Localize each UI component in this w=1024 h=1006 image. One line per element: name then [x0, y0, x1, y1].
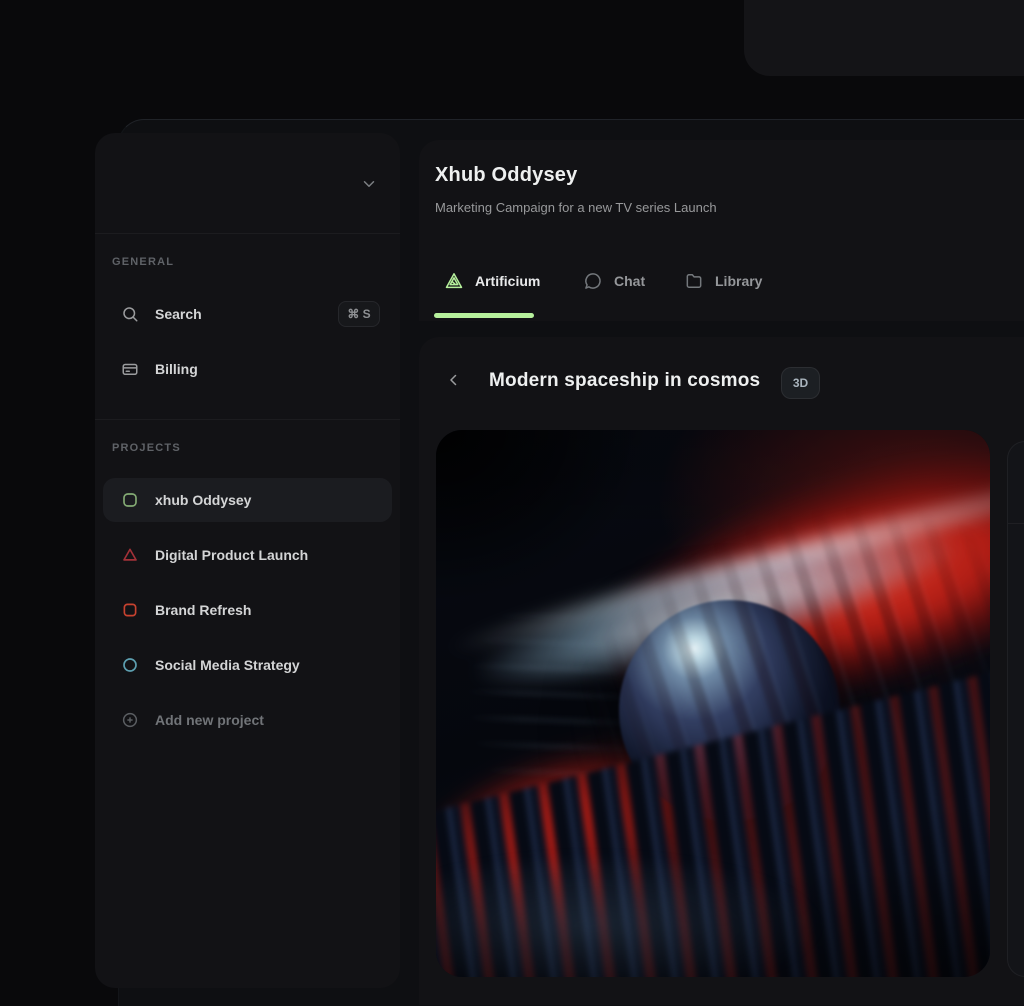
add-new-project-button[interactable]: Add new project: [103, 698, 392, 742]
generated-image-card[interactable]: [436, 430, 990, 977]
art-droplet-texture: [465, 431, 990, 977]
project-square-icon: [121, 601, 139, 619]
sidebar-project-social-media-strategy[interactable]: Social Media Strategy: [103, 643, 392, 687]
chevron-down-icon[interactable]: [360, 175, 378, 193]
art-light-wisps: [446, 574, 658, 833]
sidebar-item-label: Search: [155, 306, 338, 322]
active-tab-indicator: [434, 313, 534, 318]
content-main-panel: Modern spaceship in cosmos 3D: [419, 337, 1024, 1005]
billing-card-icon: [121, 360, 139, 378]
artificium-logo-icon: [444, 271, 464, 291]
3d-badge: 3D: [781, 367, 820, 399]
divider: [95, 419, 400, 420]
search-icon: [121, 305, 139, 323]
page-title: Xhub Oddysey: [435, 164, 577, 187]
project-label: xhub Oddysey: [155, 492, 380, 508]
tab-chat[interactable]: Chat: [583, 264, 645, 298]
divider: [95, 233, 400, 234]
workspace-header: [95, 133, 400, 233]
content-header-panel: Xhub Oddysey Marketing Campaign for a ne…: [419, 140, 1024, 321]
project-label: Brand Refresh: [155, 602, 380, 618]
sidebar-project-digital-product-launch[interactable]: Digital Product Launch: [103, 533, 392, 577]
project-label: Digital Product Launch: [155, 547, 380, 563]
sidebar-item-search[interactable]: Search ⌘ S: [103, 292, 392, 336]
section-label-projects: PROJECTS: [112, 442, 400, 454]
art-background: [436, 430, 990, 977]
art-vignette: [436, 430, 990, 977]
project-triangle-icon: [121, 546, 139, 564]
art-red-streak: [436, 658, 844, 977]
project-label: Social Media Strategy: [155, 657, 380, 673]
art-sphere: [619, 600, 841, 822]
search-shortcut-badge: ⌘ S: [338, 301, 380, 327]
tab-label: Chat: [614, 273, 645, 289]
tab-label: Artificium: [475, 273, 540, 289]
next-result-card-partial[interactable]: [1007, 441, 1024, 977]
sidebar: GENERAL Search ⌘ S Billing PROJECTS xhub…: [95, 133, 400, 988]
sidebar-project-xhub-oddysey[interactable]: xhub Oddysey: [103, 478, 392, 522]
art-blue-sheen: [436, 747, 990, 977]
chevron-left-icon[interactable]: [445, 371, 463, 389]
sidebar-item-label: Billing: [155, 361, 380, 377]
tab-artificium[interactable]: Artificium: [444, 264, 540, 298]
artifact-title: Modern spaceship in cosmos: [489, 370, 760, 392]
tab-label: Library: [715, 273, 762, 289]
divider: [1008, 523, 1024, 524]
sidebar-item-billing[interactable]: Billing: [103, 347, 392, 391]
tab-library[interactable]: Library: [684, 264, 762, 298]
folder-icon: [684, 271, 704, 291]
project-square-icon: [121, 491, 139, 509]
section-label-general: GENERAL: [112, 256, 400, 268]
plus-circle-icon: [121, 711, 139, 729]
art-ice-streak: [436, 430, 990, 800]
background-decor-card: [744, 0, 1024, 76]
art-dark-spikes: [436, 651, 990, 977]
page-subtitle: Marketing Campaign for a new TV series L…: [435, 200, 717, 215]
chat-bubble-icon: [583, 271, 603, 291]
art-red-mass: [436, 430, 990, 966]
project-circle-icon: [121, 656, 139, 674]
add-new-project-label: Add new project: [155, 712, 380, 728]
sidebar-project-brand-refresh[interactable]: Brand Refresh: [103, 588, 392, 632]
